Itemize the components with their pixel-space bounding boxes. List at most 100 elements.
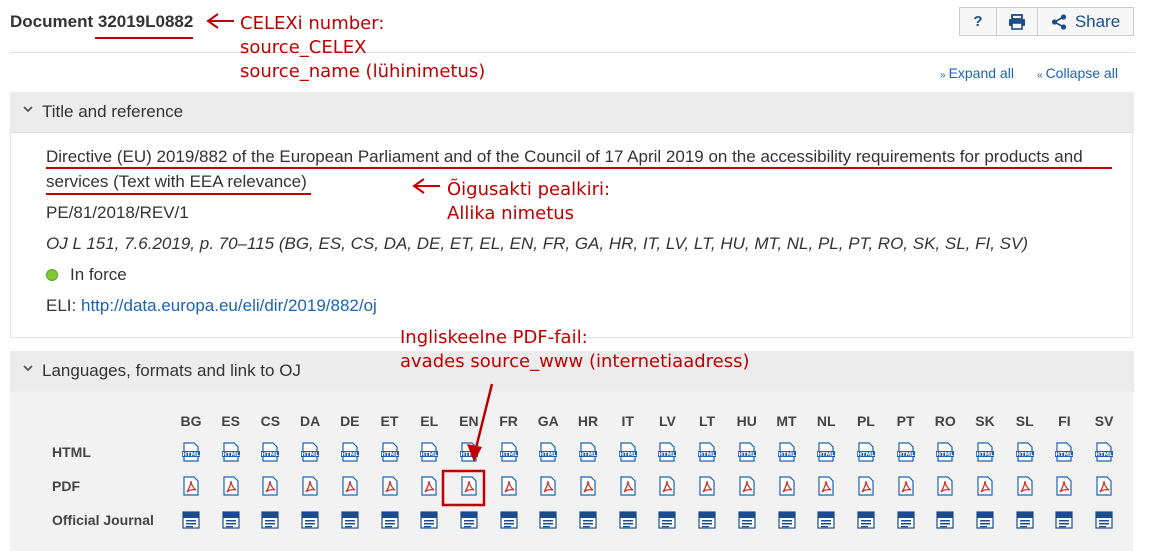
html-file-icon[interactable]: HTML [578,442,598,462]
languages-panel-heading: Languages, formats and link to OJ [42,361,301,380]
svg-text:HTML: HTML [738,452,756,458]
html-file-icon[interactable]: HTML [221,442,241,462]
html-file-icon[interactable]: HTML [737,442,757,462]
official-journal-icon[interactable] [499,510,519,530]
share-button[interactable]: Share [1037,7,1134,36]
pdf-file-icon[interactable] [657,476,677,496]
expand-all-label: Expand all [948,65,1014,81]
pdf-file-icon[interactable] [340,476,360,496]
svg-text:HTML: HTML [341,452,359,458]
official-journal-icon[interactable] [1054,510,1074,530]
language-header-ro: RO [934,413,956,429]
pdf-file-icon[interactable] [538,476,558,496]
eli-link[interactable]: http://data.europa.eu/eli/dir/2019/882/o… [81,296,377,315]
official-journal-icon[interactable] [221,510,241,530]
html-file-icon[interactable]: HTML [260,442,280,462]
pdf-note-line: avades source_www (internetiaadress) [400,351,750,372]
pdf-file-icon[interactable] [578,476,598,496]
collapse-all-link[interactable]: «Collapse all [1037,65,1118,81]
pdf-file-icon[interactable] [816,476,836,496]
official-journal-icon[interactable] [1094,510,1114,530]
html-file-icon[interactable]: HTML [300,442,320,462]
language-header-pt: PT [896,413,915,429]
official-journal-icon[interactable] [1015,510,1035,530]
html-file-icon[interactable]: HTML [697,442,717,462]
pdf-file-icon[interactable] [618,476,638,496]
pdf-file-icon[interactable] [221,476,241,496]
pdf-file-icon[interactable] [419,476,439,496]
html-file-icon[interactable]: HTML [935,442,955,462]
pdf-file-icon[interactable] [737,476,757,496]
svg-text:HTML: HTML [381,452,399,458]
official-journal-icon[interactable] [697,510,717,530]
html-file-icon[interactable]: HTML [340,442,360,462]
html-file-icon[interactable]: HTML [1054,442,1074,462]
official-journal-icon[interactable] [181,510,201,530]
official-journal-icon[interactable] [260,510,280,530]
print-button[interactable] [996,7,1038,36]
official-journal-icon[interactable] [419,510,439,530]
pdf-file-icon[interactable] [777,476,797,496]
html-file-icon[interactable]: HTML [856,442,876,462]
html-file-icon[interactable]: HTML [380,442,400,462]
html-file-icon[interactable]: HTML [777,442,797,462]
pdf-file-icon[interactable] [697,476,717,496]
official-journal-icon[interactable] [816,510,836,530]
html-file-icon[interactable]: HTML [657,442,677,462]
html-file-icon[interactable]: HTML [419,442,439,462]
pdf-file-icon[interactable] [260,476,280,496]
title-note-line: Allika nimetus [447,203,575,224]
pdf-file-icon[interactable] [1054,476,1074,496]
pdf-file-icon[interactable] [1094,476,1114,496]
official-journal-icon[interactable] [856,510,876,530]
html-file-icon[interactable]: HTML [538,442,558,462]
official-journal-icon[interactable] [896,510,916,530]
pdf-file-icon[interactable] [935,476,955,496]
title-panel-header[interactable]: Title and reference [10,92,1134,133]
html-file-icon[interactable]: HTML [1094,442,1114,462]
official-journal-icon[interactable] [300,510,320,530]
language-header-de: DE [340,413,360,429]
html-file-icon[interactable]: HTML [181,442,201,462]
html-file-icon[interactable]: HTML [816,442,836,462]
pdf-file-icon[interactable] [181,476,201,496]
language-header-lt: LT [699,413,716,429]
official-journal-icon[interactable] [340,510,360,530]
html-file-icon[interactable]: HTML [499,442,519,462]
svg-text:HTML: HTML [460,452,478,458]
expand-all-link[interactable]: » Expand all [940,65,1014,81]
html-file-icon[interactable]: HTML [618,442,638,462]
html-file-icon[interactable]: HTML [1015,442,1035,462]
official-journal-icon[interactable] [975,510,995,530]
svg-text:HTML: HTML [857,452,875,458]
pdf-file-icon[interactable] [300,476,320,496]
official-journal-icon[interactable] [657,510,677,530]
language-header-et: ET [380,413,399,429]
pdf-file-icon[interactable] [896,476,916,496]
official-journal-icon[interactable] [777,510,797,530]
language-header-hr: HR [577,413,599,429]
format-row-label: Official Journal [52,512,154,528]
official-journal-icon[interactable] [578,510,598,530]
pdf-file-icon[interactable] [380,476,400,496]
html-file-icon[interactable]: HTML [896,442,916,462]
pdf-file-icon[interactable] [856,476,876,496]
official-journal-icon[interactable] [459,510,479,530]
official-journal-icon[interactable] [538,510,558,530]
pdf-file-icon[interactable] [459,476,479,496]
official-journal-icon[interactable] [935,510,955,530]
language-header-es: ES [221,413,241,429]
pdf-file-icon[interactable] [1015,476,1035,496]
help-button[interactable]: ? [959,7,997,36]
pdf-file-icon[interactable] [975,476,995,496]
svg-text:HTML: HTML [778,452,796,458]
html-file-icon[interactable]: HTML [975,442,995,462]
title-panel-heading: Title and reference [42,102,184,121]
official-journal-icon[interactable] [737,510,757,530]
svg-text:HTML: HTML [659,452,677,458]
html-file-icon[interactable]: HTML [459,442,479,462]
pdf-file-icon[interactable] [499,476,519,496]
share-icon [1051,13,1066,30]
official-journal-icon[interactable] [618,510,638,530]
official-journal-icon[interactable] [380,510,400,530]
